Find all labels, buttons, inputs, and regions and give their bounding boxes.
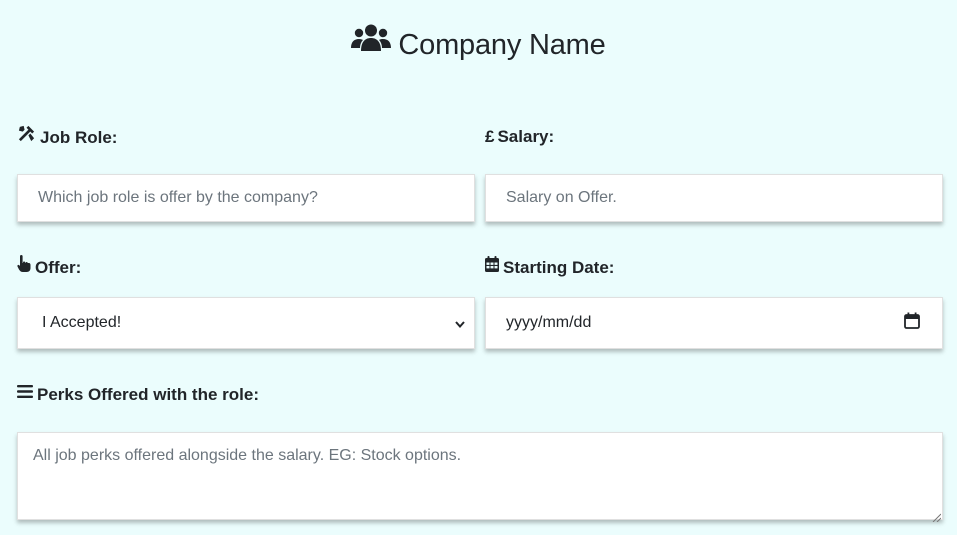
job-role-label-text: Job Role: [40,127,118,147]
offer-label-text: Offer: [35,258,82,277]
perks-textarea[interactable] [17,432,943,520]
calendar-icon [485,255,499,278]
hand-pointer-icon [17,255,31,278]
salary-input[interactable] [485,174,943,222]
offer-label: Offer: [17,255,82,280]
page-header: Company Name [0,24,957,67]
users-icon [351,22,392,64]
starting-date-label: Starting Date: [485,255,615,280]
starting-date-input[interactable]: yyyy/mm/dd [485,297,943,349]
perks-label-text: Perks Offered with the role: [37,385,259,404]
salary-label: £ Salary: [485,126,554,148]
offer-select[interactable]: I Accepted! [17,297,475,349]
tools-icon [17,124,36,149]
perks-label: Perks Offered with the role: [17,384,259,407]
resize-grip-icon[interactable] [932,509,942,523]
pound-icon: £ [485,127,495,146]
offer-form-page: Company Name Job Role: £Salary: Offer: [0,0,957,535]
starting-date-label-text: Starting Date: [503,258,615,277]
job-role-input[interactable] [17,174,475,222]
job-role-label: Job Role: [17,124,118,151]
company-name-title: Company Name [398,29,606,61]
salary-label-text: Salary: [497,127,555,146]
offer-select-value: I Accepted! [42,314,122,331]
bars-icon [17,383,33,405]
starting-date-value: yyyy/mm/dd [506,314,592,331]
chevron-down-icon [454,317,466,329]
calendar-picker-icon[interactable] [904,312,920,334]
